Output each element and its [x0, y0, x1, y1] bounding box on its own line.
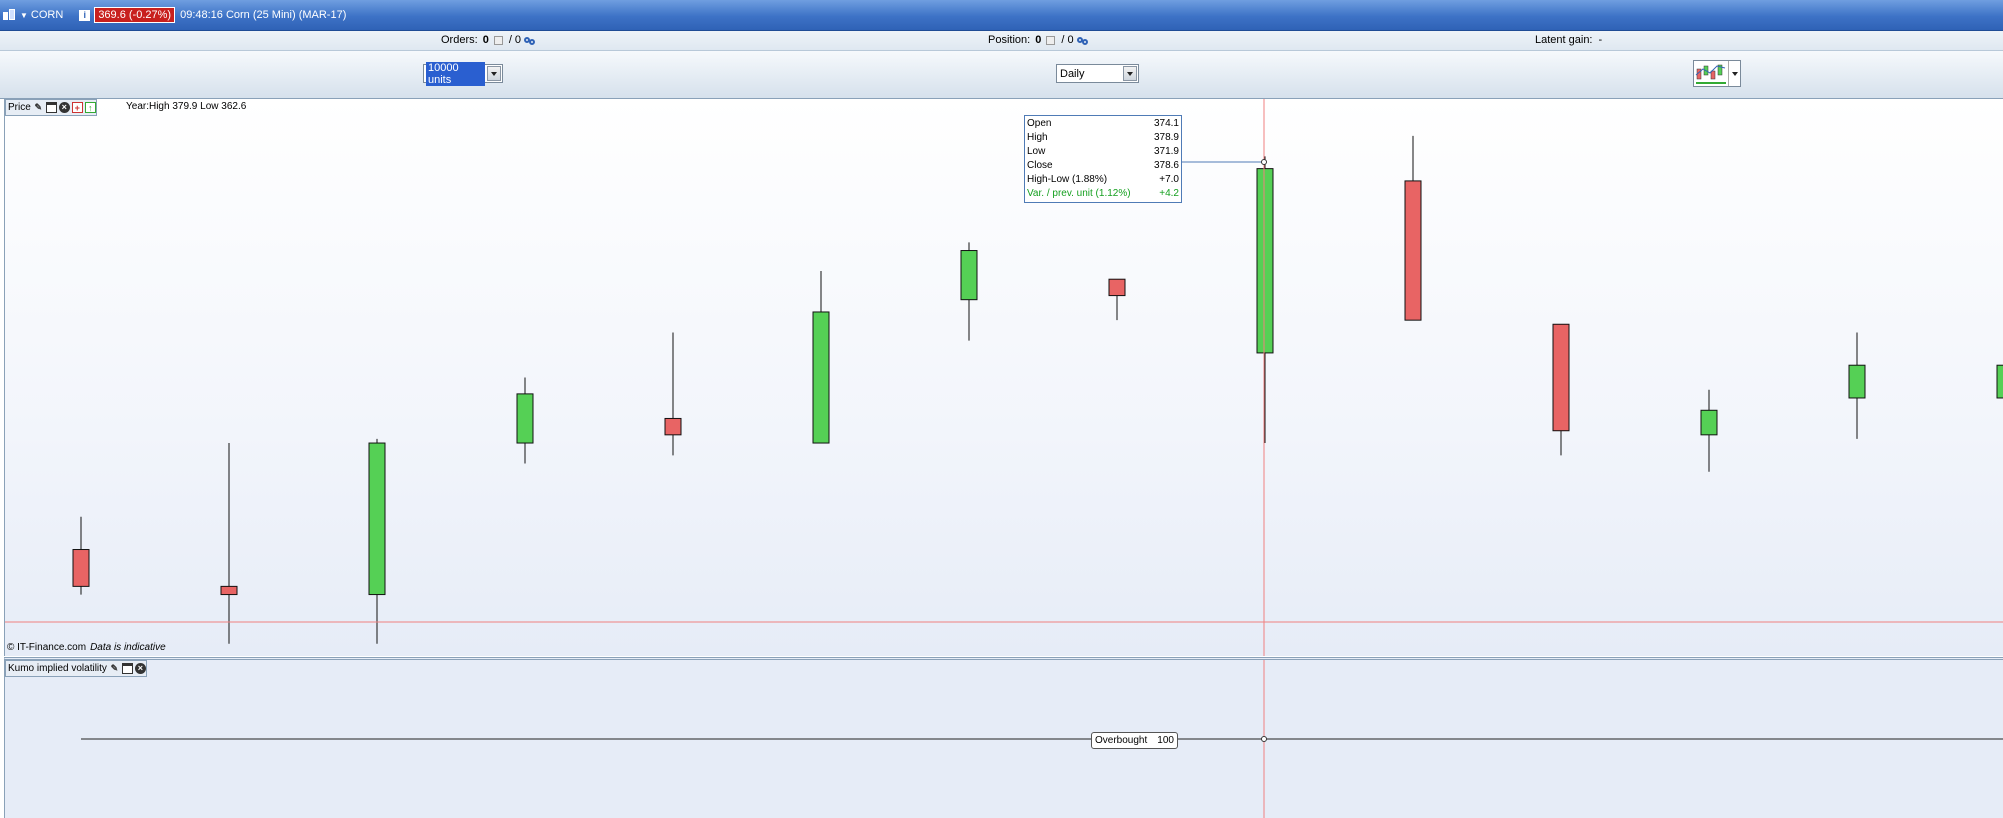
- tooltip-row-label: High: [1027, 132, 1048, 143]
- arrow-up-icon[interactable]: ↑: [84, 102, 96, 113]
- instrument-description: 09:48:16 Corn (25 Mini) (MAR-17): [180, 9, 347, 21]
- volatility-panel-header: Kumo implied volatility ✎ ×: [5, 660, 147, 677]
- tooltip-row-value: 371.9: [1153, 146, 1179, 157]
- crosshair-point: [1261, 159, 1267, 165]
- candle-up[interactable]: [368, 442, 386, 596]
- tooltip-row-value: 378.6: [1153, 160, 1179, 171]
- latent-gain-group: Latent gain: -: [1535, 34, 1602, 46]
- orders-link-icon[interactable]: [524, 36, 536, 45]
- window-icon[interactable]: [121, 663, 133, 674]
- candle-up[interactable]: [960, 250, 978, 301]
- tooltip-row: High 378.9: [1027, 131, 1179, 145]
- overbought-text: Overbought: [1095, 735, 1148, 746]
- year-high-low: Year:High 379.9 Low 362.6: [126, 101, 247, 112]
- wrench-icon[interactable]: ✎: [109, 663, 120, 674]
- candle-up[interactable]: [1996, 364, 2003, 399]
- indicative-note: Data is indicative: [90, 642, 166, 653]
- tooltip-row-value: +7.0: [1159, 174, 1179, 185]
- title-bar: ▼ CORN i 369.6 (-0.27%) 09:48:16 Corn (2…: [0, 0, 2003, 31]
- price-panel-title: Price: [8, 102, 31, 113]
- units-select[interactable]: 10000 units: [423, 61, 503, 86]
- tooltip-row-value: 378.9: [1153, 132, 1179, 143]
- period-select[interactable]: Daily: [1056, 64, 1139, 83]
- position-group: Position: 0 / 0: [988, 34, 1088, 46]
- candle-up[interactable]: [516, 393, 534, 444]
- position-label: Position:: [988, 34, 1031, 46]
- chart-controls-bar: 10000 units Daily: [0, 51, 2003, 99]
- tooltip-row-label: Close: [1027, 160, 1053, 171]
- latent-gain-label: Latent gain:: [1535, 34, 1593, 46]
- price-chart-panel[interactable]: Price ✎ × + ↑ Year:High 379.9 Low 362.6 …: [4, 99, 2003, 656]
- price-panel-header: Price ✎ × + ↑: [5, 99, 97, 116]
- candle-up[interactable]: [812, 311, 830, 444]
- wrench-icon[interactable]: ✎: [33, 102, 44, 113]
- info-icon[interactable]: i: [79, 9, 91, 21]
- candle-up[interactable]: [1256, 168, 1274, 354]
- watermark: © IT-Finance.com Data is indicative: [7, 642, 166, 653]
- instrument-symbol[interactable]: CORN: [31, 9, 63, 21]
- tooltip-row: Var. / prev. unit (1.12%) +4.2: [1027, 187, 1179, 201]
- chevron-down-icon[interactable]: [487, 66, 501, 81]
- close-icon[interactable]: ×: [134, 663, 146, 674]
- copyright-text: © IT-Finance.com: [7, 642, 87, 653]
- candle-down[interactable]: [664, 417, 682, 436]
- candle-down[interactable]: [1108, 278, 1126, 297]
- units-select-value: 10000 units: [426, 61, 485, 86]
- add-indicator-icon[interactable]: +: [71, 102, 83, 113]
- last-price-badge: 369.6 (-0.27%): [94, 7, 176, 23]
- candle-down[interactable]: [1552, 323, 1570, 432]
- orders-close-icon[interactable]: [493, 35, 503, 45]
- instrument-menu-chevron-icon[interactable]: ▼: [20, 11, 28, 20]
- overbought-label: Overbought 100: [1091, 732, 1178, 749]
- candlestick-chart[interactable]: [5, 99, 2003, 656]
- tooltip-row-value: 374.1: [1153, 118, 1179, 129]
- candle-down[interactable]: [72, 549, 90, 587]
- orders-label: Orders:: [441, 34, 478, 46]
- trading-info-bar: Orders: 0 / 0 Position: 0 / 0 Latent gai…: [0, 31, 2003, 51]
- overbought-value: 100: [1157, 735, 1174, 746]
- position-value: 0: [1035, 34, 1042, 46]
- instrument-icon[interactable]: [3, 9, 17, 21]
- candle-up[interactable]: [1700, 409, 1718, 436]
- candle-down[interactable]: [220, 585, 238, 596]
- volatility-panel-title: Kumo implied volatility: [8, 663, 107, 674]
- tooltip-row-label: Open: [1027, 118, 1052, 129]
- period-select-value: Daily: [1060, 67, 1085, 80]
- ohlc-tooltip: Open 374.1 High 378.9 Low 371.9 Close 378.6 High…: [1024, 115, 1182, 203]
- chart-type-button[interactable]: [1693, 60, 1741, 87]
- tooltip-row: Close 378.6: [1027, 159, 1179, 173]
- tooltip-row-value: +4.2: [1159, 188, 1179, 199]
- candle-up[interactable]: [1848, 364, 1866, 399]
- tooltip-row-label: High-Low (1.88%): [1027, 174, 1108, 185]
- position-close-icon[interactable]: [1046, 35, 1056, 45]
- position-count: / 0: [1061, 34, 1074, 46]
- candle-down[interactable]: [1404, 180, 1422, 321]
- orders-count: / 0: [508, 34, 522, 46]
- volatility-panel[interactable]: Kumo implied volatility ✎ × Overbought 10…: [4, 657, 2003, 818]
- close-icon[interactable]: ×: [58, 102, 70, 113]
- orders-value: 0: [482, 34, 489, 46]
- latent-gain-value: -: [1598, 34, 1603, 46]
- tooltip-row-label: Var. / prev. unit (1.12%): [1027, 188, 1131, 199]
- tooltip-row: High-Low (1.88%) +7.0: [1027, 173, 1179, 187]
- candlestick-chart-icon: [1694, 61, 1729, 86]
- tooltip-row-label: Low: [1027, 146, 1046, 157]
- tooltip-row: Low 371.9: [1027, 145, 1179, 159]
- orders-group: Orders: 0 / 0: [441, 34, 536, 46]
- chevron-down-icon[interactable]: [1729, 61, 1740, 86]
- window-icon[interactable]: [45, 102, 57, 113]
- crosshair-point-lower: [1261, 736, 1267, 742]
- chevron-down-icon[interactable]: [1123, 66, 1137, 81]
- tooltip-row: Open 374.1: [1027, 117, 1179, 131]
- volatility-chart: [81, 660, 2003, 818]
- position-link-icon[interactable]: [1076, 36, 1088, 45]
